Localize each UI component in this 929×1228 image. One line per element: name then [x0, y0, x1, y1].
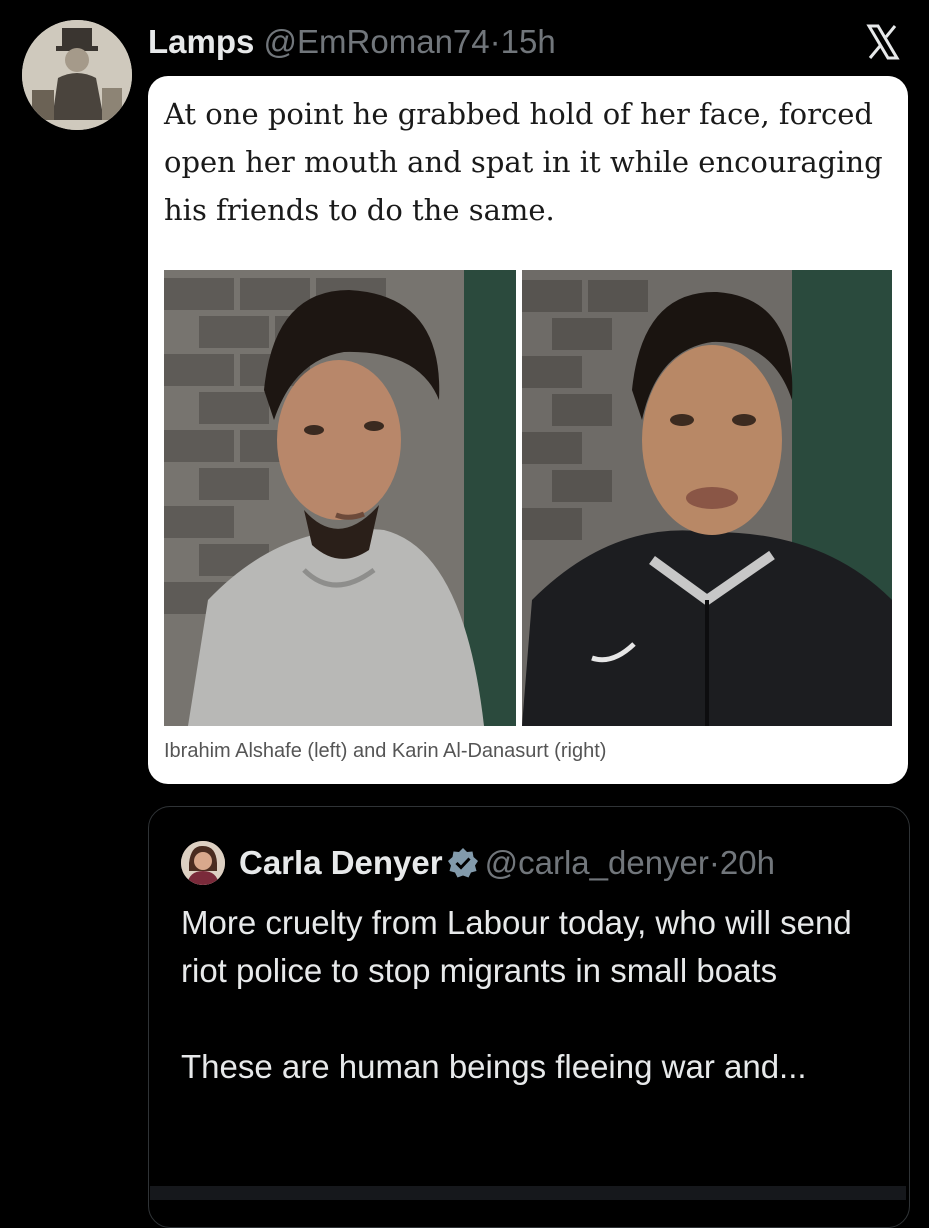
- repost-context-fragment: ▀▀ ▀▀▀▀▀▀▀: [90, 0, 330, 4]
- quoted-paragraph-1: More cruelty from Labour today, who will…: [181, 904, 852, 989]
- article-quote: At one point he grabbed hold of her face…: [164, 97, 883, 227]
- quoted-author-avatar[interactable]: [181, 841, 225, 885]
- tweet-time[interactable]: 15h: [501, 23, 556, 60]
- media-preview-edge: [150, 1186, 906, 1200]
- author-handle[interactable]: @EmRoman74: [264, 23, 490, 60]
- quoted-tweet-body: More cruelty from Labour today, who will…: [181, 899, 881, 1091]
- quoted-paragraph-2: These are human beings fleeing war and..…: [181, 1048, 807, 1085]
- author-name[interactable]: Lamps: [148, 23, 254, 60]
- tweet-header: Lamps @EmRoman74·15h: [148, 22, 556, 62]
- quoted-tweet-time[interactable]: 20h: [720, 844, 775, 881]
- photo-left: [164, 270, 516, 726]
- screenshot-card[interactable]: At one point he grabbed hold of her face…: [148, 76, 908, 784]
- quoted-header-separator: ·: [708, 844, 720, 881]
- quoted-author-name[interactable]: Carla Denyer: [239, 844, 443, 881]
- author-avatar[interactable]: [22, 20, 132, 130]
- header-separator: ·: [489, 23, 501, 60]
- verified-badge-icon: [447, 847, 479, 879]
- x-logo-icon: [863, 22, 903, 62]
- quoted-tweet-header: Carla Denyer @carla_denyer·20h: [239, 843, 775, 883]
- photo-caption: Ibrahim Alshafe (left) and Karin Al-Dana…: [164, 740, 607, 762]
- quoted-author-handle[interactable]: @carla_denyer: [485, 844, 709, 881]
- quoted-tweet[interactable]: Carla Denyer @carla_denyer·20h More crue…: [148, 806, 910, 1228]
- photo-right: [522, 270, 892, 726]
